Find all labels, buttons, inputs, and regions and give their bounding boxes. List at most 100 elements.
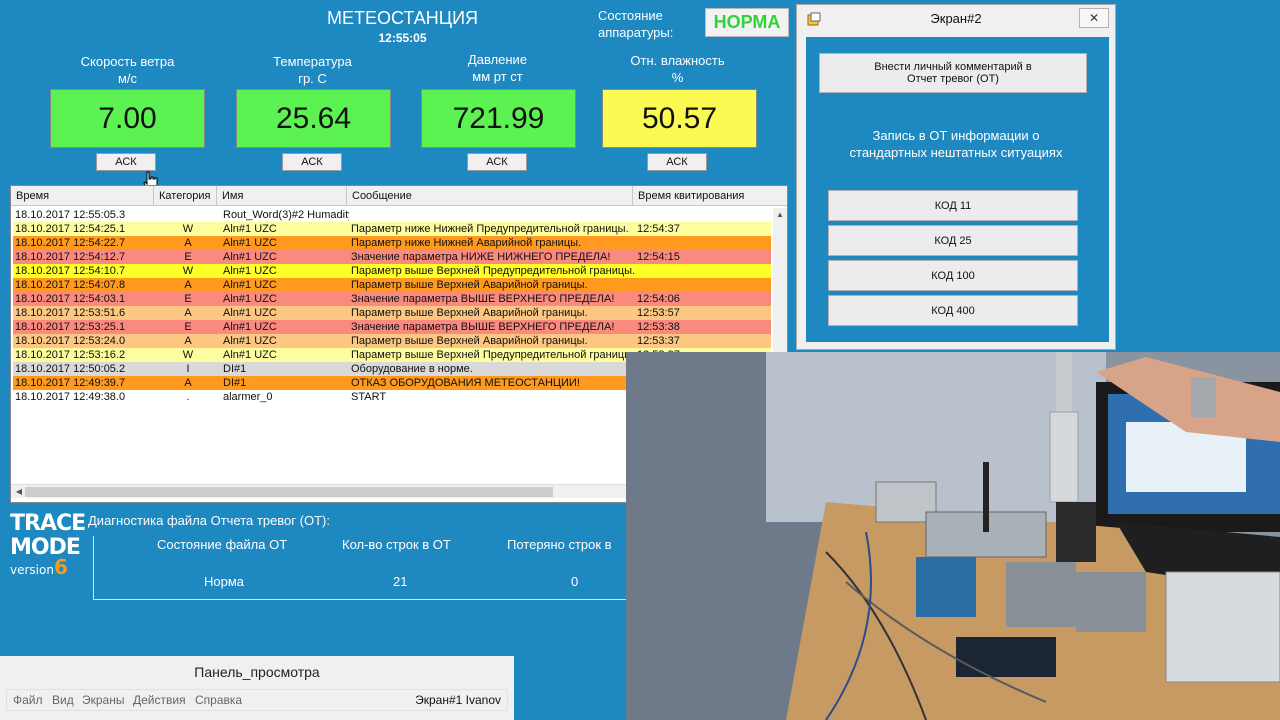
- cell-time: 18.10.2017 12:54:07.8: [15, 279, 126, 291]
- menu-help[interactable]: Справка: [195, 693, 242, 707]
- code-400-button[interactable]: КОД 400: [828, 295, 1078, 326]
- dialog-body: Внести личный комментарий в Отчет тревог…: [806, 37, 1109, 342]
- add-comment-button[interactable]: Внести личный комментарий в Отчет тревог…: [819, 53, 1087, 93]
- pressure-value: 721.99: [421, 89, 576, 148]
- table-row[interactable]: 18.10.2017 12:55:05.3 Rout_Word(3)#2 Huma…: [13, 208, 771, 222]
- cell-ack-time: 12:53:37: [637, 335, 680, 347]
- table-row[interactable]: 18.10.2017 12:54:25.1 W Aln#1 UZC Параметр …: [13, 222, 771, 236]
- logo-version-number: 6: [53, 555, 68, 579]
- cell-time: 18.10.2017 12:49:38.0: [15, 391, 126, 403]
- column-header-category[interactable]: Категория: [154, 186, 217, 206]
- viewer-panel: Панель_просмотра Файл Вид Экраны Действи…: [0, 656, 514, 720]
- cell-name: Aln#1 UZC: [223, 237, 277, 249]
- ack-pressure-button[interactable]: АСК: [467, 153, 527, 171]
- cell-time: 18.10.2017 12:53:24.0: [15, 335, 126, 347]
- cell-category: .: [186, 391, 190, 403]
- cell-category: E: [184, 293, 192, 305]
- cell-category: W: [182, 265, 194, 277]
- dialog-title: Экран#2: [930, 11, 982, 26]
- gauge-unit: мм рт ст: [472, 69, 523, 84]
- app-title: МЕТЕОСТАНЦИЯ: [326, 8, 479, 28]
- cell-category: E: [184, 321, 192, 333]
- wind-speed-label: Скорость ветра м/с: [50, 53, 205, 87]
- pressure-label: Давление мм рт ст: [420, 51, 575, 85]
- gauge-title: Температура: [273, 54, 352, 69]
- humidity-value: 50.57: [602, 89, 757, 148]
- column-header-ack-time[interactable]: Время квитирования: [633, 186, 787, 206]
- diag-header-file-state: Состояние файла ОТ: [157, 537, 288, 552]
- table-row[interactable]: 18.10.2017 12:54:22.7 A Aln#1 UZC Параметр …: [13, 236, 771, 250]
- cell-message: ОТКАЗ ОБОРУДОВАНИЯ МЕТЕОСТАНЦИИ!: [351, 377, 580, 389]
- cell-category: A: [184, 307, 192, 319]
- cell-name: Aln#1 UZC: [223, 279, 277, 291]
- cell-name: Aln#1 UZC: [223, 265, 277, 277]
- column-header-message[interactable]: Сообщение: [347, 186, 633, 206]
- cell-name: DI#1: [223, 363, 247, 375]
- state-label-line2: аппаратуры:: [598, 25, 674, 40]
- table-row[interactable]: 18.10.2017 12:53:25.1 E Aln#1 UZC Значение …: [13, 320, 771, 334]
- column-header-name[interactable]: Имя: [217, 186, 347, 206]
- app-clock: 12:55:05: [378, 31, 427, 45]
- cell-time: 18.10.2017 12:54:03.1: [15, 293, 126, 305]
- table-row[interactable]: 18.10.2017 12:54:12.7 E Aln#1 UZC Значение …: [13, 250, 771, 264]
- code-25-button[interactable]: КОД 25: [828, 225, 1078, 256]
- menu-file[interactable]: Файл: [13, 693, 43, 707]
- gauge-unit: гр. С: [298, 71, 327, 86]
- diag-header-row-count: Кол-во строк в ОТ: [342, 537, 451, 552]
- diag-value-file-state: Норма: [204, 574, 245, 589]
- cell-name: Aln#1 UZC: [223, 293, 277, 305]
- cell-time: 18.10.2017 12:53:16.2: [15, 349, 126, 361]
- table-row[interactable]: 18.10.2017 12:54:10.7 W Aln#1 UZC Параметр …: [13, 264, 771, 278]
- cell-category: A: [184, 377, 192, 389]
- cell-time: 18.10.2017 12:54:12.7: [15, 251, 126, 263]
- table-row[interactable]: 18.10.2017 12:53:24.0 A Aln#1 UZC Параметр …: [13, 334, 771, 348]
- hardware-scene-image: [626, 352, 1280, 720]
- menu-view[interactable]: Вид: [52, 693, 74, 707]
- dialog-info-text: Запись в ОТ информации о стандартных неш…: [849, 128, 1063, 160]
- cell-category: E: [184, 251, 192, 263]
- table-header: Время Категория Имя Сообщение Время квит…: [11, 186, 787, 206]
- cell-time: 18.10.2017 12:53:51.6: [15, 307, 126, 319]
- diag-header-lost-rows: Потеряно строк в: [507, 537, 612, 552]
- cell-category: I: [186, 363, 190, 375]
- equipment-state-badge: НОРМА: [705, 8, 789, 37]
- cell-name: Aln#1 UZC: [223, 321, 277, 333]
- horizontal-scroll-thumb[interactable]: [25, 487, 553, 497]
- logo-line2: MODE: [10, 535, 81, 560]
- panel-status: Экран#1 Ivanov: [415, 693, 501, 707]
- cell-name: Aln#1 UZC: [223, 307, 277, 319]
- code-11-button[interactable]: КОД 11: [828, 190, 1078, 221]
- cell-message: Параметр выше Верхней Аварийной границы.: [351, 307, 588, 319]
- cell-message: Параметр выше Верхней Предупредительной …: [351, 349, 635, 361]
- cell-ack-time: 12:54:06: [637, 293, 680, 305]
- gauge-unit: %: [671, 70, 684, 85]
- table-row[interactable]: 18.10.2017 12:53:51.6 A Aln#1 UZC Параметр …: [13, 306, 771, 320]
- menu-actions[interactable]: Действия: [133, 693, 186, 707]
- equipment-state-label: Состояние аппаратуры:: [598, 7, 673, 41]
- scroll-left-icon[interactable]: ◀: [13, 485, 25, 499]
- cell-time: 18.10.2017 12:49:39.7: [15, 377, 126, 389]
- ack-temperature-button[interactable]: АСК: [282, 153, 342, 171]
- diag-value-lost-rows: 0: [571, 574, 579, 589]
- cell-message: Параметр выше Верхней Аварийной границы.: [351, 279, 588, 291]
- logo-line3: version6: [10, 557, 80, 577]
- code-100-button[interactable]: КОД 100: [828, 260, 1078, 291]
- table-row[interactable]: 18.10.2017 12:54:07.8 A Aln#1 UZC Параметр …: [13, 278, 771, 292]
- cell-name: Aln#1 UZC: [223, 335, 277, 347]
- close-icon[interactable]: ✕: [1079, 8, 1109, 28]
- gauge-unit: м/с: [117, 71, 138, 86]
- wind-speed-value: 7.00: [50, 89, 205, 148]
- gauge-title: Отн. влажность: [630, 53, 725, 68]
- table-row[interactable]: 18.10.2017 12:54:03.1 E Aln#1 UZC Значение …: [13, 292, 771, 306]
- cell-message: Параметр ниже Нижней Предупредительной г…: [351, 223, 629, 235]
- cell-ack-time: 12:53:57: [637, 307, 680, 319]
- cell-message: Значение параметра ВЫШЕ ВЕРХНЕГО ПРЕДЕЛА…: [351, 321, 615, 333]
- ack-wind-button[interactable]: АСК: [96, 153, 156, 171]
- cell-name: Rout_Word(3)#2 Humadity >: [223, 209, 349, 221]
- menu-screens[interactable]: Экраны: [82, 693, 124, 707]
- column-header-time[interactable]: Время: [11, 186, 154, 206]
- humidity-label: Отн. влажность %: [600, 52, 755, 86]
- ack-humidity-button[interactable]: АСК: [647, 153, 707, 171]
- cell-ack-time: 12:54:37: [637, 223, 680, 235]
- scroll-up-icon[interactable]: ▲: [773, 208, 787, 222]
